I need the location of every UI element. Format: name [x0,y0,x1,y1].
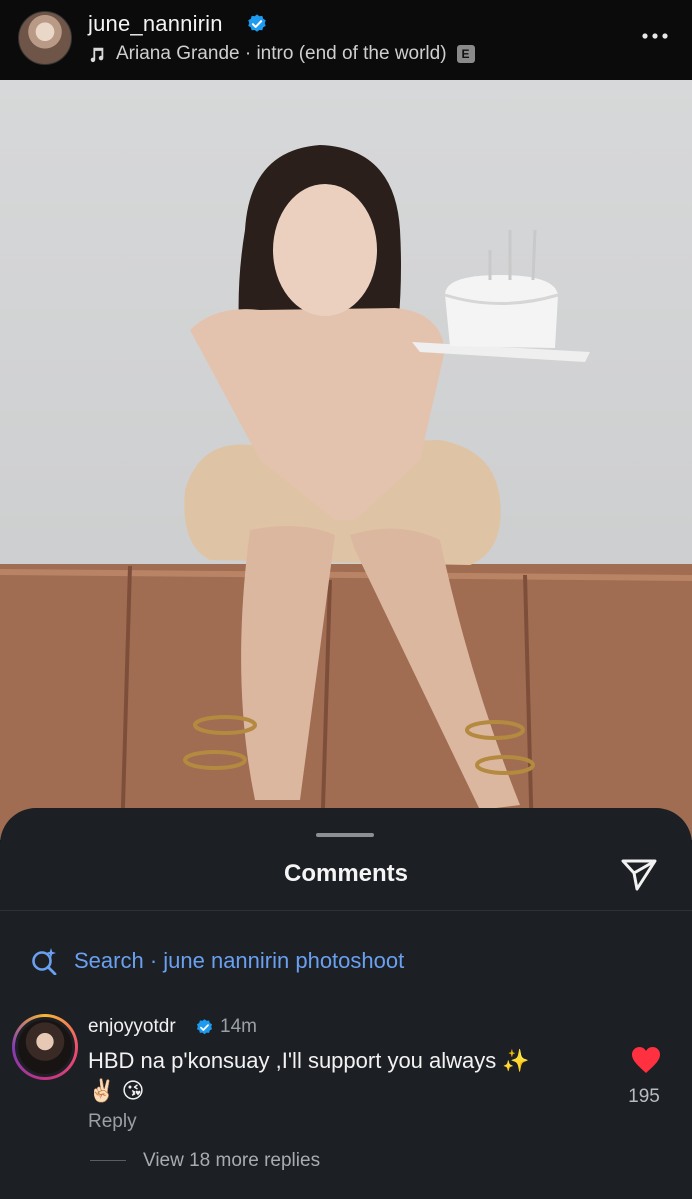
avatar-image [15,1017,75,1077]
post-username[interactable]: june_nannirin [88,11,223,37]
comment-time: 14m [220,1016,257,1037]
music-track: Ariana Grande · intro (end of the world) [116,43,447,64]
profile-avatar[interactable] [18,11,72,65]
post-photo[interactable] [0,80,692,840]
comment-text: HBD na p'konsuay ,I'll support you alway… [88,1048,530,1073]
sheet-divider [0,910,692,911]
sheet-grabber[interactable] [316,833,374,837]
more-options-icon[interactable] [640,30,670,42]
post-header: june_nannirin Ariana Grande · intro (end… [0,0,692,80]
comment-avatar[interactable] [12,1014,78,1080]
comment-username[interactable]: enjoyyotdr [88,1016,176,1038]
photo-illustration [0,145,692,840]
search-suggestion: Search · june nannirin photoshoot [74,948,405,973]
sparkle-search-icon [32,948,57,975]
verified-badge-icon [196,1019,213,1035]
music-note-icon [90,47,104,63]
comments-sheet: Comments Search · june nannirin photosho… [0,808,692,1199]
comment-search[interactable]: Search · june nannirin photoshoot [30,946,404,976]
music-info[interactable]: Ariana Grande · intro (end of the world)… [88,42,475,66]
comments-title: Comments [283,860,409,887]
verified-badge-icon [248,14,266,32]
like-count: 195 [628,1086,660,1107]
view-replies-button[interactable]: View 18 more replies [143,1150,320,1172]
explicit-badge: E [456,45,475,63]
send-icon[interactable] [620,856,658,892]
reply-button[interactable]: Reply [88,1111,137,1133]
replies-divider [90,1160,126,1161]
heart-icon[interactable] [631,1046,661,1074]
comment-emoji-line: ✌🏻 😘 [88,1078,145,1103]
